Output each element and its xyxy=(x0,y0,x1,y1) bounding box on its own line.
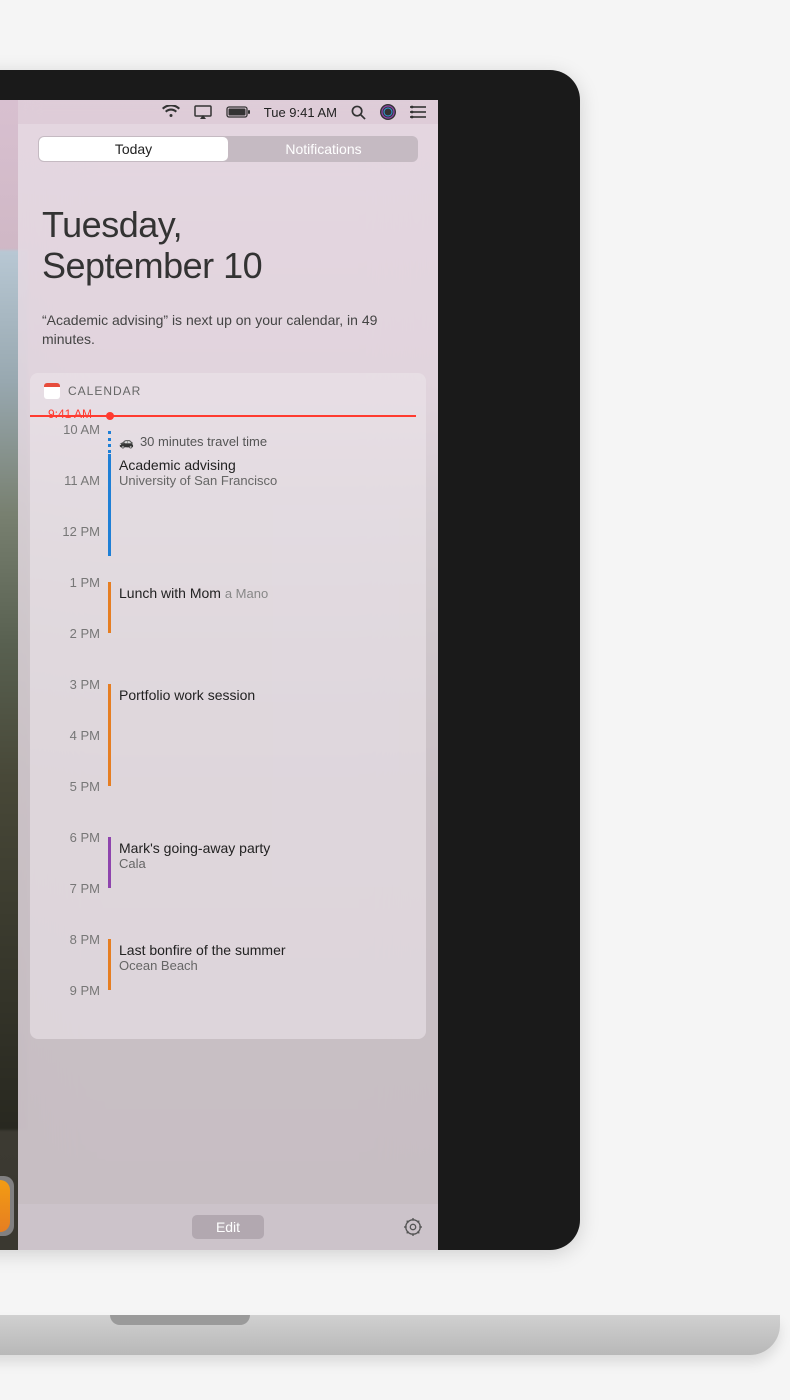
battery-icon[interactable] xyxy=(226,106,250,118)
hour-row: 7 PM xyxy=(108,888,426,939)
hour-row: 9 PM xyxy=(108,990,426,1039)
hour-label: 11 AM xyxy=(50,473,100,488)
siri-icon[interactable] xyxy=(380,104,396,120)
hour-label: 8 PM xyxy=(50,932,100,947)
hour-label: 10 AM xyxy=(50,422,100,437)
calendar-event[interactable]: Lunch with Mom a Mano xyxy=(108,582,416,633)
current-time-indicator: 9:41 AM xyxy=(30,415,416,417)
hour-label: 4 PM xyxy=(50,728,100,743)
event-title: Portfolio work session xyxy=(119,687,408,703)
edit-button[interactable]: Edit xyxy=(192,1215,264,1239)
calendar-widget: CALENDAR 9:41 AM 30 minutes travel time … xyxy=(30,373,426,1039)
today-date: Tuesday, September 10 xyxy=(18,174,438,297)
calendar-widget-title: CALENDAR xyxy=(68,384,141,398)
hour-label: 1 PM xyxy=(50,575,100,590)
date-line-1: Tuesday, xyxy=(42,204,414,245)
laptop-base xyxy=(0,1315,780,1355)
hour-label: 2 PM xyxy=(50,626,100,641)
gear-icon[interactable] xyxy=(404,1218,422,1236)
hour-row: 5 PM xyxy=(108,786,426,837)
event-subtitle: Cala xyxy=(119,856,408,871)
calendar-timeline[interactable]: 9:41 AM 30 minutes travel time 10 AM11 A… xyxy=(30,409,426,1039)
tab-today[interactable]: Today xyxy=(39,137,228,161)
wifi-icon[interactable] xyxy=(162,105,180,119)
dock-app-pages[interactable] xyxy=(0,1180,10,1232)
hour-label: 12 PM xyxy=(50,524,100,539)
hour-label: 9 PM xyxy=(50,983,100,998)
airplay-icon[interactable] xyxy=(194,105,212,119)
menu-bar: Tue 9:41 AM xyxy=(18,100,438,124)
notification-center-icon[interactable] xyxy=(410,105,426,119)
calendar-event[interactable]: Last bonfire of the summerOcean Beach xyxy=(108,939,416,990)
hour-label: 6 PM xyxy=(50,830,100,845)
calendar-event[interactable]: Mark's going-away partyCala xyxy=(108,837,416,888)
calendar-event[interactable]: Portfolio work session xyxy=(108,684,416,786)
calendar-icon xyxy=(44,383,60,399)
spotlight-icon[interactable] xyxy=(351,105,366,120)
event-title: Mark's going-away party xyxy=(119,840,408,856)
event-title: Academic advising xyxy=(119,457,408,473)
dock xyxy=(0,1176,14,1236)
notification-center-panel: Today Notifications Tuesday, September 1… xyxy=(18,124,438,1250)
nc-tabs: Today Notifications xyxy=(38,136,418,162)
calendar-event[interactable]: Academic advisingUniversity of San Franc… xyxy=(108,454,416,556)
hour-label: 5 PM xyxy=(50,779,100,794)
calendar-widget-header: CALENDAR xyxy=(30,373,426,409)
event-subtitle: Ocean Beach xyxy=(119,958,408,973)
current-time-label: 9:41 AM xyxy=(48,407,92,421)
hour-label: 7 PM xyxy=(50,881,100,896)
hour-label: 3 PM xyxy=(50,677,100,692)
today-summary: “Academic advising” is next up on your c… xyxy=(18,297,438,373)
menubar-clock[interactable]: Tue 9:41 AM xyxy=(264,105,337,120)
tab-notifications[interactable]: Notifications xyxy=(229,136,418,162)
nc-footer: Edit xyxy=(18,1204,438,1250)
event-title: Last bonfire of the summer xyxy=(119,942,408,958)
hour-row: 2 PM xyxy=(108,633,426,684)
date-line-2: September 10 xyxy=(42,245,414,286)
event-subtitle: University of San Francisco xyxy=(119,473,408,488)
event-title: Lunch with Mom a Mano xyxy=(119,585,408,601)
